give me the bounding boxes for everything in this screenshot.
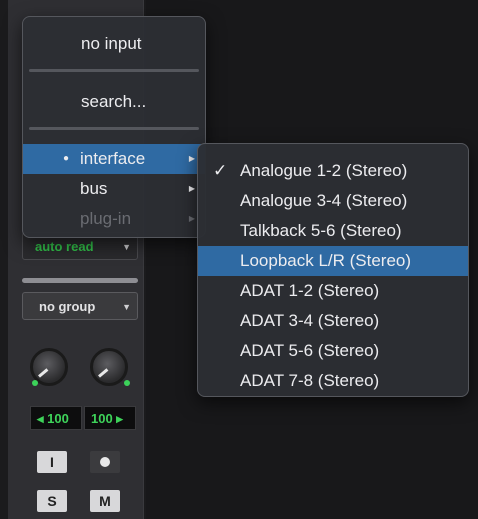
menu-item-plugin[interactable]: plug-in ▶ [23,204,205,234]
submenu-item-label: ADAT 5-6 (Stereo) [240,341,380,360]
submenu-item-label: ADAT 1-2 (Stereo) [240,281,380,300]
checkmark-icon: ✓ [213,161,228,180]
pan-value-right[interactable]: 100 ▸ [84,406,136,430]
group-selector[interactable]: no group ▼ [22,292,138,320]
submenu-item-label: ADAT 3-4 (Stereo) [240,311,380,330]
submenu-item[interactable]: Analogue 3-4 (Stereo) [198,186,468,216]
menu-separator [29,127,199,130]
solo-button[interactable]: S [37,490,67,512]
submenu-item[interactable]: ✓ Analogue 1-2 (Stereo) [198,156,468,186]
submenu-arrow-icon: ▶ [188,214,195,223]
submenu-item-label: Talkback 5-6 (Stereo) [240,221,402,240]
submenu-arrow-icon: ▶ [188,154,195,163]
submenu-item[interactable]: ADAT 3-4 (Stereo) [198,306,468,336]
pan-knob-right[interactable] [90,348,128,386]
group-label: no group [39,299,96,314]
submenu-item-label: Analogue 3-4 (Stereo) [240,191,408,210]
knob-indicator-dot [124,380,130,386]
submenu-item[interactable]: ADAT 5-6 (Stereo) [198,336,468,366]
record-arm-button[interactable] [90,451,120,473]
submenu-arrow-icon: ▶ [188,184,195,193]
submenu-item[interactable]: Talkback 5-6 (Stereo) [198,216,468,246]
menu-item-interface-label: interface [80,149,146,168]
submenu-item-label: ADAT 7-8 (Stereo) [240,371,380,390]
menu-item-no-input[interactable]: no input [81,29,142,59]
menu-item-interface[interactable]: ● interface ▶ [23,144,205,174]
menu-item-bus[interactable]: bus ▶ [23,174,205,204]
automation-mode-label: auto read [35,239,94,254]
strip-divider [22,278,138,283]
dropdown-arrow-icon: ▼ [122,302,131,312]
submenu-item-label: Loopback L/R (Stereo) [240,251,412,270]
bullet-icon: ● [63,153,70,164]
record-icon [100,457,110,467]
knob-indicator-dot [32,380,38,386]
input-menu: no input search... ● interface ▶ bus ▶ p… [22,16,206,238]
menu-separator [29,69,199,72]
submenu-item[interactable]: ADAT 1-2 (Stereo) [198,276,468,306]
menu-item-bus-label: bus [80,179,108,198]
submenu-item[interactable]: Loopback L/R (Stereo) [198,246,468,276]
submenu-item[interactable]: ADAT 7-8 (Stereo) [198,366,468,396]
interface-submenu: ✓ Analogue 1-2 (Stereo) Analogue 3-4 (Ster… [197,143,469,397]
input-monitor-button[interactable]: I [37,451,67,473]
menu-item-plugin-label: plug-in [80,209,132,228]
pan-value-left[interactable]: ◂ 100 [30,406,82,430]
mute-button[interactable]: M [90,490,120,512]
menu-item-search[interactable]: search... [81,87,146,117]
submenu-item-label: Analogue 1-2 (Stereo) [240,161,408,180]
